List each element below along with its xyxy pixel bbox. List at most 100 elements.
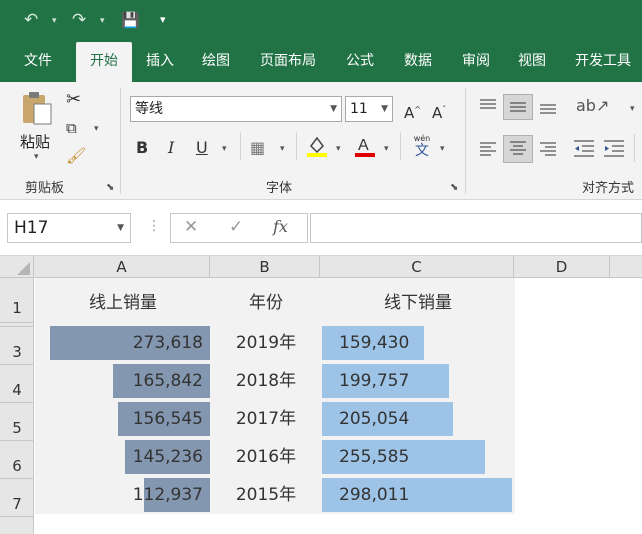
cancel-icon[interactable]: ✕: [184, 217, 198, 237]
tab-6[interactable]: 数据: [392, 42, 444, 82]
formula-input[interactable]: [310, 213, 642, 243]
paste-dropdown-icon[interactable]: ▾: [34, 152, 39, 162]
offline-sales-value: 159,430: [339, 333, 410, 353]
row-header: 1 3 4 5 6 7: [0, 278, 34, 534]
phonetic-char: 文: [415, 143, 429, 159]
paste-icon[interactable]: [20, 90, 54, 128]
font-color-dropdown-icon[interactable]: ▾: [384, 144, 389, 154]
tab-0[interactable]: 文件: [8, 42, 68, 82]
online-sales-value: 273,618: [132, 333, 203, 353]
tab-9[interactable]: 开发工具: [564, 42, 642, 82]
orientation-dropdown-icon[interactable]: ▾: [630, 104, 635, 114]
redo-icon[interactable]: ↷: [72, 8, 86, 32]
orientation-icon[interactable]: ab↗: [576, 96, 609, 116]
font-launcher-icon[interactable]: ⬊: [450, 182, 458, 193]
tab-2[interactable]: 插入: [136, 42, 184, 82]
offline-sales-value: 255,585: [339, 447, 410, 467]
copy-dropdown-icon[interactable]: ▾: [94, 124, 99, 134]
underline-button[interactable]: U: [196, 138, 208, 158]
phonetic-dropdown-icon[interactable]: ▾: [440, 144, 445, 154]
row-header-5[interactable]: 5: [0, 403, 34, 441]
fill-color-dropdown-icon[interactable]: ▾: [336, 144, 341, 154]
copy-icon[interactable]: ⧉: [66, 118, 77, 138]
font-size-select[interactable]: 11 ▼: [345, 96, 393, 122]
bold-button[interactable]: B: [136, 138, 148, 158]
online-sales-value: 165,842: [132, 371, 203, 391]
row-header-1[interactable]: 1: [0, 278, 34, 323]
tab-3[interactable]: 绘图: [192, 42, 240, 82]
borders-dropdown-icon[interactable]: ▾: [280, 144, 285, 154]
font-size-value: 11: [350, 101, 368, 117]
drag-handle-icon[interactable]: ⋮: [147, 218, 161, 234]
cut-icon[interactable]: ✂: [66, 90, 81, 110]
fill-color-icon[interactable]: [306, 134, 328, 158]
undo-dropdown-icon[interactable]: ▾: [52, 16, 57, 26]
svg-text:A: A: [358, 137, 369, 154]
clipboard-group-label: 剪贴板: [25, 181, 65, 196]
tab-4[interactable]: 页面布局: [248, 42, 328, 82]
select-all-button[interactable]: [0, 256, 34, 278]
row-header-7[interactable]: 7: [0, 479, 34, 517]
paste-button[interactable]: 粘贴: [20, 131, 50, 152]
clipboard-launcher-icon[interactable]: ⬊: [106, 182, 114, 193]
customize-toolbar-icon[interactable]: ▾: [160, 8, 166, 32]
row-header-3[interactable]: 3: [0, 327, 34, 365]
tab-5[interactable]: 公式: [336, 42, 384, 82]
font-group-label: 字体: [266, 181, 293, 196]
font-name-value: 等线: [135, 101, 163, 117]
worksheet-grid[interactable]: 线上销量 年份 线下销量 273,618 2019年 159,430 165,842 2…: [35, 278, 642, 534]
shrink-font-icon[interactable]: Aˇ: [432, 100, 446, 123]
align-center-button[interactable]: [503, 135, 533, 163]
year-cell: 2015年: [235, 485, 297, 505]
column-header-a[interactable]: A: [34, 256, 210, 278]
header-offline-sales: 线下销量: [384, 293, 452, 313]
borders-icon[interactable]: ▦: [250, 138, 265, 158]
phonetic-pinyin: wén: [413, 134, 431, 143]
save-icon[interactable]: 💾: [121, 8, 140, 32]
header-year: 年份: [249, 293, 283, 313]
column-header-b[interactable]: B: [210, 256, 320, 278]
offline-sales-value: 298,011: [339, 485, 410, 505]
align-right-icon[interactable]: [538, 140, 558, 158]
divider: [465, 88, 466, 194]
redo-dropdown-icon[interactable]: ▾: [100, 16, 105, 26]
divider: [120, 88, 121, 194]
align-middle-button[interactable]: [503, 94, 533, 120]
align-bottom-icon[interactable]: [538, 98, 558, 116]
insert-function-icon[interactable]: fx: [273, 217, 288, 236]
ribbon-tabs: 文件 开始 插入 绘图 页面布局 公式 数据 审阅 视图 开发工具: [0, 42, 642, 82]
header-online-sales: 线上销量: [89, 293, 157, 313]
align-left-icon[interactable]: [478, 140, 498, 158]
chevron-down-icon: ▼: [381, 104, 388, 114]
divider: [240, 132, 241, 160]
name-box[interactable]: H17 ▼: [7, 213, 131, 243]
ribbon: 粘贴 ▾ ✂ ⧉ ▾ 🖌 剪贴板 ⬊ 等线 ▼ 11 ▼ A^ Aˇ B I U…: [0, 82, 642, 200]
format-painter-icon[interactable]: 🖌: [66, 146, 86, 166]
column-header: A B C D: [0, 256, 642, 278]
year-cell: 2016年: [235, 447, 297, 467]
divider: [296, 132, 297, 160]
decrease-indent-icon[interactable]: [572, 138, 596, 160]
tab-1[interactable]: 开始: [76, 42, 132, 82]
column-header-c[interactable]: C: [320, 256, 514, 278]
row-header-6[interactable]: 6: [0, 441, 34, 479]
online-sales-value: 112,937: [132, 485, 203, 505]
tab-7[interactable]: 审阅: [450, 42, 502, 82]
column-header-d[interactable]: D: [514, 256, 610, 278]
phonetic-guide-icon[interactable]: wén 文: [410, 134, 434, 160]
font-color-icon[interactable]: A: [354, 134, 376, 158]
font-name-select[interactable]: 等线 ▼: [130, 96, 342, 122]
underline-dropdown-icon[interactable]: ▾: [222, 144, 227, 154]
offline-sales-value: 205,054: [339, 409, 410, 429]
offline-sales-value: 199,757: [339, 371, 410, 391]
align-top-icon[interactable]: [478, 98, 498, 114]
italic-button[interactable]: I: [168, 138, 174, 158]
online-sales-value: 156,545: [132, 409, 203, 429]
tab-8[interactable]: 视图: [506, 42, 558, 82]
chevron-down-icon: ▼: [117, 223, 124, 233]
increase-indent-icon[interactable]: [602, 138, 626, 160]
undo-icon[interactable]: ↶: [24, 8, 38, 32]
enter-icon[interactable]: ✓: [229, 217, 243, 237]
grow-font-icon[interactable]: A^: [404, 100, 421, 123]
row-header-4[interactable]: 4: [0, 365, 34, 403]
